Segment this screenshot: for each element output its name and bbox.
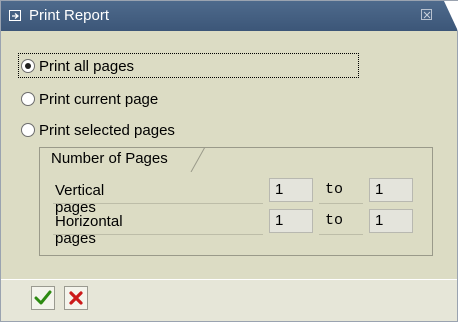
radio-button[interactable] bbox=[21, 92, 35, 106]
horizontal-pages-to-input[interactable]: 1 bbox=[369, 209, 413, 233]
divider bbox=[53, 234, 263, 235]
divider bbox=[319, 234, 363, 235]
group-title-tab: Number of Pages bbox=[39, 147, 205, 172]
radio-button[interactable] bbox=[21, 59, 35, 73]
confirm-button[interactable] bbox=[31, 286, 55, 310]
radio-label: Print selected pages bbox=[39, 121, 175, 139]
print-report-dialog: Print Report Print all pages Print curre… bbox=[0, 0, 458, 322]
divider bbox=[53, 203, 263, 204]
title-bar: Print Report bbox=[1, 1, 458, 31]
vertical-to-label: to bbox=[325, 181, 344, 198]
window-title: Print Report bbox=[29, 7, 110, 24]
checkmark-icon bbox=[34, 290, 52, 305]
cancel-button[interactable] bbox=[64, 286, 88, 310]
cross-icon bbox=[69, 291, 83, 305]
vertical-pages-label: Vertical pages bbox=[55, 182, 105, 216]
radio-label: Print all pages bbox=[39, 57, 135, 75]
radio-print-selected-pages[interactable]: Print selected pages bbox=[21, 118, 175, 142]
radio-print-current-page[interactable]: Print current page bbox=[21, 87, 158, 111]
horizontal-pages-label: Horizontal pages bbox=[55, 213, 123, 247]
horizontal-to-label: to bbox=[325, 212, 344, 229]
print-window-icon bbox=[9, 9, 23, 21]
divider bbox=[319, 203, 363, 204]
radio-print-all-pages[interactable]: Print all pages bbox=[21, 54, 134, 78]
radio-label: Print current page bbox=[39, 90, 159, 108]
radio-button[interactable] bbox=[21, 123, 35, 137]
group-title: Number of Pages bbox=[51, 150, 168, 167]
close-icon[interactable] bbox=[421, 9, 432, 20]
vertical-pages-to-input[interactable]: 1 bbox=[369, 178, 413, 202]
horizontal-pages-from-input[interactable]: 1 bbox=[269, 209, 313, 233]
vertical-pages-from-input[interactable]: 1 bbox=[269, 178, 313, 202]
